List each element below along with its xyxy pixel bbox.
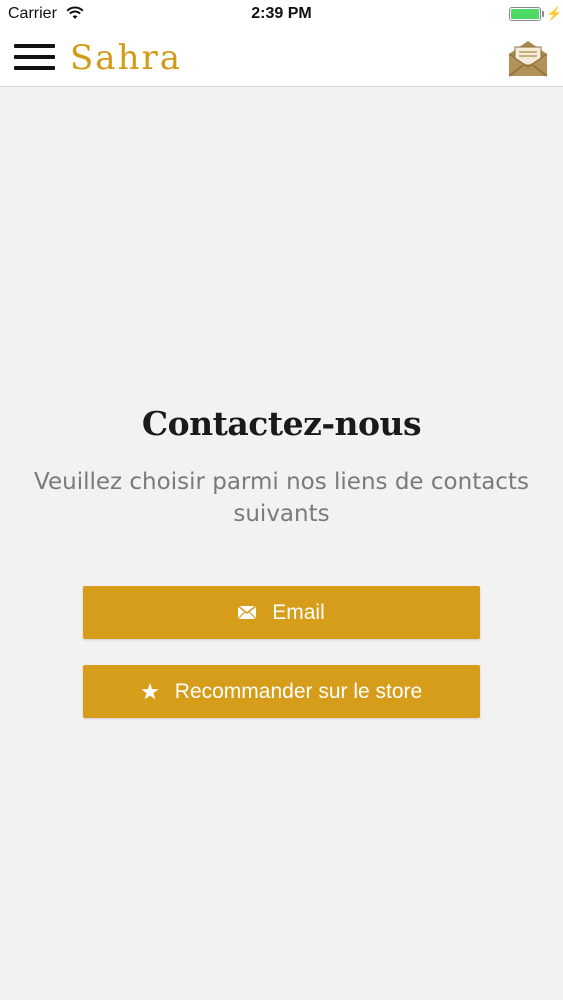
charging-icon: ⚡	[546, 6, 563, 21]
star-icon	[141, 683, 159, 700]
page-title: Contactez-nous	[141, 404, 422, 443]
email-button-label: Email	[272, 600, 325, 624]
email-button[interactable]: Email	[83, 586, 480, 639]
nav-bar: Sahra	[0, 30, 563, 87]
page-subtitle: Veuillez choisir parmi nos liens de cont…	[34, 469, 529, 527]
hamburger-menu-icon[interactable]	[14, 43, 55, 73]
battery-icon: ⚡	[509, 6, 562, 21]
clock: 2:39 PM	[251, 5, 312, 22]
recommend-store-button[interactable]: Recommander sur le store	[83, 665, 480, 718]
contact-content: Contactez-nous Veuillez choisir parmi no…	[0, 88, 563, 1000]
screen: Carrier 2:39 PM ⚡ Sahra Contactez-nous V…	[0, 0, 563, 1000]
recommend-store-label: Recommander sur le store	[174, 679, 423, 703]
brand-logo: Sahra	[70, 38, 182, 78]
status-bar: Carrier 2:39 PM ⚡	[0, 0, 563, 30]
mail-icon	[238, 606, 257, 619]
envelope-open-icon[interactable]	[507, 37, 549, 79]
